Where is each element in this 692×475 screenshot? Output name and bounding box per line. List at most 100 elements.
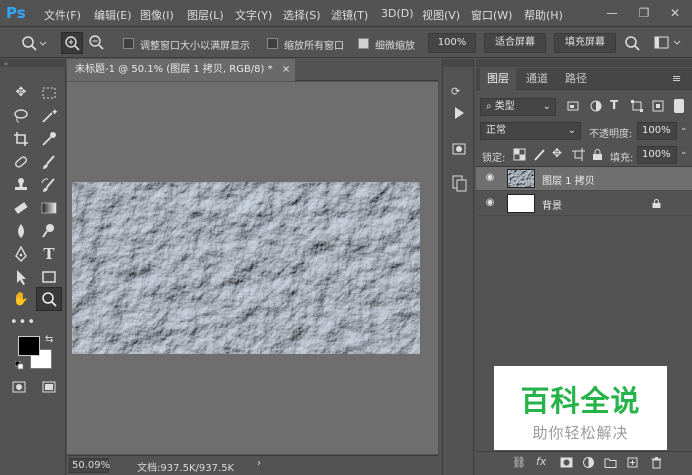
properties-panel-icon[interactable]: [449, 173, 469, 193]
default-colors-icon[interactable]: [14, 360, 24, 370]
fill-screen-button[interactable]: 填充屏幕: [554, 33, 616, 53]
panel-menu-icon[interactable]: ≡: [672, 72, 681, 85]
scrubby-zoom-checkbox[interactable]: [358, 38, 369, 49]
blend-mode-select[interactable]: 正常 ⌄: [480, 122, 581, 140]
filter-toggle[interactable]: [674, 99, 684, 113]
type-tool-icon[interactable]: T: [38, 244, 60, 264]
healing-brush-tool-icon[interactable]: [10, 152, 32, 172]
menu-layer[interactable]: 图层(L): [187, 7, 224, 23]
opacity-arrow-icon[interactable]: ⌄: [680, 123, 688, 133]
lock-pixels-icon[interactable]: [533, 148, 546, 161]
filter-pixel-icon[interactable]: [566, 99, 580, 113]
tab-channels[interactable]: 通道: [518, 68, 556, 90]
tab-layers[interactable]: 图层: [480, 68, 516, 90]
tab-paths[interactable]: 路径: [558, 68, 594, 90]
menu-filter[interactable]: 滤镜(T): [331, 7, 368, 23]
pen-tool-icon[interactable]: [10, 244, 32, 264]
zoom-all-checkbox[interactable]: [267, 38, 278, 49]
dodge-tool-icon[interactable]: [38, 221, 60, 241]
rectangle-tool-icon[interactable]: [38, 267, 60, 287]
menu-edit[interactable]: 编辑(E): [94, 7, 132, 23]
menu-type[interactable]: 文字(Y): [235, 7, 272, 23]
layer-name: 背景: [542, 201, 562, 212]
lock-all-icon[interactable]: [591, 148, 604, 161]
delete-layer-icon[interactable]: [650, 456, 663, 469]
menu-file[interactable]: 文件(F): [44, 7, 81, 23]
collapse-icon[interactable]: »: [4, 60, 8, 68]
menu-help[interactable]: 帮助(H): [524, 7, 563, 23]
hand-tool-icon[interactable]: ✋: [10, 290, 32, 310]
actions-panel-icon[interactable]: [449, 103, 469, 123]
more-tools-icon[interactable]: •••: [10, 313, 35, 333]
chevron-down-icon: ⌄: [567, 125, 576, 136]
zoom-out-button[interactable]: [86, 32, 108, 54]
canvas-area[interactable]: [67, 82, 438, 454]
new-adjustment-icon[interactable]: [582, 456, 595, 469]
crop-tool-icon[interactable]: [10, 129, 32, 149]
fill-input[interactable]: 100%: [637, 146, 677, 164]
zoom-in-button[interactable]: [61, 32, 83, 54]
watermark-subtitle: 助你轻松解决: [532, 424, 629, 442]
filter-kind-select[interactable]: ⌕ 类型 ⌄: [480, 98, 556, 116]
new-group-icon[interactable]: [604, 456, 617, 469]
menu-select[interactable]: 选择(S): [283, 7, 321, 23]
blur-tool-icon[interactable]: [10, 221, 32, 241]
svg-text:⟳: ⟳: [451, 85, 460, 98]
filter-adjustment-icon[interactable]: [589, 99, 603, 113]
search-button[interactable]: [622, 33, 642, 53]
quick-mask-icon[interactable]: [8, 377, 30, 397]
zoom-100-button[interactable]: 100%: [428, 33, 476, 53]
document-tab[interactable]: 未标题-1 @ 50.1% (图层 1 拷贝, RGB/8) * ×: [67, 59, 295, 81]
scrubby-zoom-label: 细微缩放: [375, 41, 415, 52]
link-layers-icon[interactable]: ⛓: [512, 456, 526, 469]
lock-transparent-icon[interactable]: [513, 148, 526, 161]
move-tool-icon[interactable]: ✥: [10, 83, 32, 103]
swap-colors-icon[interactable]: ⇆: [45, 334, 53, 345]
zoom-tool-preset[interactable]: [18, 33, 48, 53]
path-selection-tool-icon[interactable]: [10, 267, 32, 287]
minimize-button[interactable]: —: [598, 4, 626, 22]
status-menu-icon[interactable]: ›: [257, 458, 261, 469]
filter-shape-icon[interactable]: [630, 99, 644, 113]
magic-wand-tool-icon[interactable]: ✦: [38, 106, 60, 126]
marquee-tool-icon[interactable]: [38, 83, 60, 103]
resize-windows-checkbox[interactable]: [123, 38, 134, 49]
menu-view[interactable]: 视图(V): [422, 7, 460, 23]
foreground-color-swatch[interactable]: [18, 336, 40, 356]
3d-panel-icon[interactable]: [449, 139, 469, 159]
lock-artboard-icon[interactable]: [572, 148, 585, 161]
new-layer-icon[interactable]: [626, 456, 639, 469]
screen-mode-icon[interactable]: [38, 377, 60, 397]
menu-image[interactable]: 图像(I): [140, 7, 174, 23]
lock-position-icon[interactable]: ✥: [552, 146, 562, 160]
fill-arrow-icon[interactable]: ⌄: [680, 147, 688, 157]
history-brush-tool-icon[interactable]: [38, 175, 60, 195]
fx-icon[interactable]: fx: [536, 455, 546, 468]
visibility-eye-icon[interactable]: ◉: [483, 171, 497, 185]
menu-3d[interactable]: 3D(D): [381, 7, 414, 20]
workspace-switcher[interactable]: [652, 33, 686, 53]
close-tab-icon[interactable]: ×: [282, 64, 290, 75]
brush-tool-icon[interactable]: [38, 152, 60, 172]
document-tab-bar: 未标题-1 @ 50.1% (图层 1 拷贝, RGB/8) * ×: [67, 59, 438, 81]
layer-row[interactable]: ◉ 背景: [476, 192, 692, 216]
zoom-status-field[interactable]: 50.09%: [69, 458, 110, 473]
history-panel-icon[interactable]: ⟳: [449, 81, 469, 101]
menu-window[interactable]: 窗口(W): [471, 7, 512, 23]
visibility-eye-icon[interactable]: ◉: [483, 196, 497, 210]
opacity-input[interactable]: 100%: [637, 122, 677, 140]
eraser-tool-icon[interactable]: [10, 198, 32, 218]
layer-row[interactable]: ◉ 图层 1 拷贝: [476, 167, 692, 191]
filter-type-icon[interactable]: T: [610, 98, 618, 112]
restore-button[interactable]: ❐: [630, 4, 658, 22]
add-mask-icon[interactable]: [560, 457, 573, 468]
lasso-tool-icon[interactable]: [10, 106, 32, 126]
canvas-image[interactable]: [72, 182, 420, 354]
close-window-button[interactable]: ✕: [661, 4, 689, 22]
filter-smart-object-icon[interactable]: [651, 99, 665, 113]
fit-screen-button[interactable]: 适合屏幕: [484, 33, 546, 53]
eyedropper-tool-icon[interactable]: [38, 129, 60, 149]
zoom-tool-icon[interactable]: [36, 287, 62, 311]
gradient-tool-icon[interactable]: [38, 198, 60, 218]
clone-stamp-tool-icon[interactable]: [10, 175, 32, 195]
